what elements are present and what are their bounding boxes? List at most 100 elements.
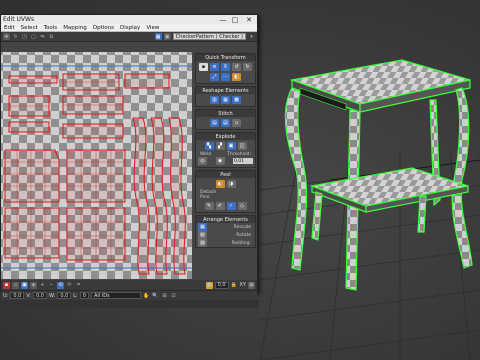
zoom-icon[interactable]: 🔍 <box>152 292 159 299</box>
stitch-to-target-icon[interactable]: ▤ <box>210 119 219 127</box>
edge-mode-icon[interactable]: ▫ <box>12 281 19 289</box>
w-field[interactable]: 0,0 <box>57 292 72 299</box>
uv-bottom-toolbar-2: U: 0,0 V: 0,0 W: 0,0 L: 0 All IDs ✋ 🔍 ⊞ … <box>1 290 257 300</box>
threshold-field[interactable]: 0,01 <box>233 158 253 164</box>
menu-options[interactable]: Options <box>93 25 114 31</box>
arrange-elements-header[interactable]: Arrange Elements <box>196 216 255 223</box>
straighten-selection-icon[interactable]: ▥ <box>210 96 219 104</box>
detach-edge-icon[interactable]: ▞ <box>215 142 225 150</box>
dropdown-arrow-icon[interactable]: ▾ <box>248 33 255 40</box>
stitch-header[interactable]: Stitch <box>196 110 255 117</box>
xy-toggle[interactable]: XY <box>240 282 246 288</box>
pelt-map-icon[interactable]: ◑ <box>226 180 236 188</box>
pin-icon[interactable]: ✎ <box>204 202 214 210</box>
flip-icon[interactable]: ⇅ <box>48 33 55 40</box>
rotate-checkbox[interactable]: Rotate <box>234 233 253 238</box>
menu-bar: Edit Select Tools Mapping Options Displa… <box>1 24 257 32</box>
loop-icon[interactable]: ⟲ <box>57 281 64 289</box>
zoom-field[interactable]: 0,0 <box>214 281 229 289</box>
v-field[interactable]: 0,0 <box>33 292 47 299</box>
straighten-icon[interactable]: ⤢ <box>210 73 219 81</box>
relax-settings-icon[interactable]: ▩ <box>232 96 241 104</box>
peel-header[interactable]: Peel <box>196 171 255 178</box>
l-field[interactable]: 0 <box>79 292 89 299</box>
u-field[interactable]: 0,0 <box>10 292 25 299</box>
maximize-button[interactable]: □ <box>229 15 241 24</box>
reshape-elements-header[interactable]: Reshape Elements <box>196 87 255 94</box>
menu-edit[interactable]: Edit <box>4 25 15 31</box>
grow-icon[interactable]: + <box>39 282 46 289</box>
select-pins-icon[interactable]: ◇ <box>237 202 247 210</box>
element-mode-icon[interactable]: ◈ <box>30 281 37 289</box>
soft-selection-icon[interactable]: ● <box>205 281 213 289</box>
mirror-icon[interactable]: ⇋ <box>39 33 46 40</box>
pack-custom-icon[interactable]: ▨ <box>198 239 207 247</box>
menu-display[interactable]: Display <box>120 25 140 31</box>
uv-island <box>8 75 58 84</box>
close-button[interactable]: ✕ <box>241 15 257 24</box>
l-label: L: <box>73 292 78 299</box>
uv-canvas[interactable] <box>1 52 192 279</box>
threshold-label: Threshold: <box>227 152 251 157</box>
zoom-region-icon[interactable]: ⊞ <box>161 292 168 299</box>
checker-toggle-icon[interactable]: ▦ <box>154 33 162 40</box>
align-vertical-icon[interactable]: ⦀ <box>221 63 230 71</box>
rescale-checkbox[interactable]: Rescale <box>232 225 253 230</box>
pivot-icon[interactable]: ▪ <box>199 63 208 71</box>
flatten-icon[interactable]: ▣ <box>226 142 236 150</box>
polygon-mode-icon[interactable]: ▣ <box>21 281 28 289</box>
quick-peel-icon[interactable]: ◐ <box>215 180 225 188</box>
unpin-icon[interactable]: ✐ <box>215 202 225 210</box>
explode-header[interactable]: Explode <box>196 133 255 140</box>
uv-status-strip <box>1 300 259 308</box>
pack-together-icon[interactable]: ▧ <box>198 231 207 239</box>
quick-transform-header[interactable]: Quick Transform <box>196 54 255 61</box>
rotate-icon[interactable]: ↻ <box>12 33 19 40</box>
vertex-mode-icon[interactable]: ▪ <box>3 281 10 289</box>
menu-mapping[interactable]: Mapping <box>63 25 87 31</box>
map-display-icon[interactable]: ▣ <box>163 33 171 40</box>
flip-horizontal-icon[interactable]: ◧ <box>232 73 241 81</box>
u-label: U: <box>3 292 9 299</box>
ring-icon[interactable]: ⟳ <box>66 282 73 289</box>
padding-label: Padding: <box>231 240 251 246</box>
select-by-icon[interactable]: ⌗ <box>75 282 82 289</box>
freeform-icon[interactable]: ▢ <box>30 33 37 40</box>
weld-target-icon[interactable]: ◉ <box>215 157 225 165</box>
stitch-settings-icon[interactable]: ▫ <box>232 119 241 127</box>
pins-label: Pins: <box>200 195 211 200</box>
table-model <box>284 59 473 291</box>
pack-normalize-icon[interactable]: ▦ <box>198 223 207 231</box>
shrink-icon[interactable]: − <box>48 282 55 289</box>
space-icon[interactable]: ⋯ <box>221 73 230 81</box>
weld-selected-icon[interactable]: ◎ <box>198 157 207 165</box>
quick-transform-section: Quick Transform ▪ ≡ ⦀ ↺ ↻ ⤢ ⋯ ◧ <box>195 53 256 84</box>
break-icon[interactable]: ▚ <box>204 142 214 150</box>
uv-editor-titlebar[interactable]: Edit UVWs — □ ✕ <box>1 15 257 24</box>
arrange-elements-section: Arrange Elements ▦ Rescale ▧ Rotate ▨ Pa… <box>195 215 256 248</box>
menu-select[interactable]: Select <box>21 25 38 31</box>
uv-tools-panel: Quick Transform ▪ ≡ ⦀ ↺ ↻ ⤢ ⋯ ◧ Reshape … <box>194 52 257 279</box>
stitch-average-icon[interactable]: ▤ <box>221 119 230 127</box>
reshape-elements-section: Reshape Elements ▥ ▦ ▩ <box>195 86 256 107</box>
checker-pattern-dropdown[interactable]: CheckerPattern ( Checker ) <box>172 33 246 40</box>
move-icon[interactable]: ✥ <box>3 33 10 40</box>
material-id-dropdown[interactable]: All IDs <box>90 292 141 299</box>
minimize-button[interactable]: — <box>217 15 229 24</box>
uv-toolbar: ✥ ↻ ◳ ▢ ⇋ ⇅ ▦ ▣ CheckerPattern ( Checker… <box>1 32 257 42</box>
pan-hand-icon[interactable]: ✋ <box>143 292 150 299</box>
align-horizontal-icon[interactable]: ≡ <box>210 63 219 71</box>
menu-tools[interactable]: Tools <box>44 25 58 31</box>
rotate-minus-icon[interactable]: ↺ <box>232 63 241 71</box>
rotate-plus-icon[interactable]: ↻ <box>243 63 252 71</box>
peel-section: Peel ◐ ◑ Detach Pins: ✎ ✐ ✓ ◇ <box>195 170 256 213</box>
auto-pin-icon[interactable]: ✓ <box>226 202 236 210</box>
lock-icon[interactable]: 🔒 <box>231 282 238 289</box>
scale-icon[interactable]: ◳ <box>21 33 28 40</box>
zoom-extents-icon[interactable]: ⊡ <box>170 292 177 299</box>
menu-view[interactable]: View <box>146 25 159 31</box>
relax-icon[interactable]: ▦ <box>221 96 230 104</box>
explode-settings-icon[interactable]: ◫ <box>237 142 247 150</box>
grid-icon[interactable]: ▦ <box>248 281 255 289</box>
uv-editor-window[interactable]: Edit UVWs — □ ✕ Edit Select Tools Mappin… <box>0 14 259 308</box>
